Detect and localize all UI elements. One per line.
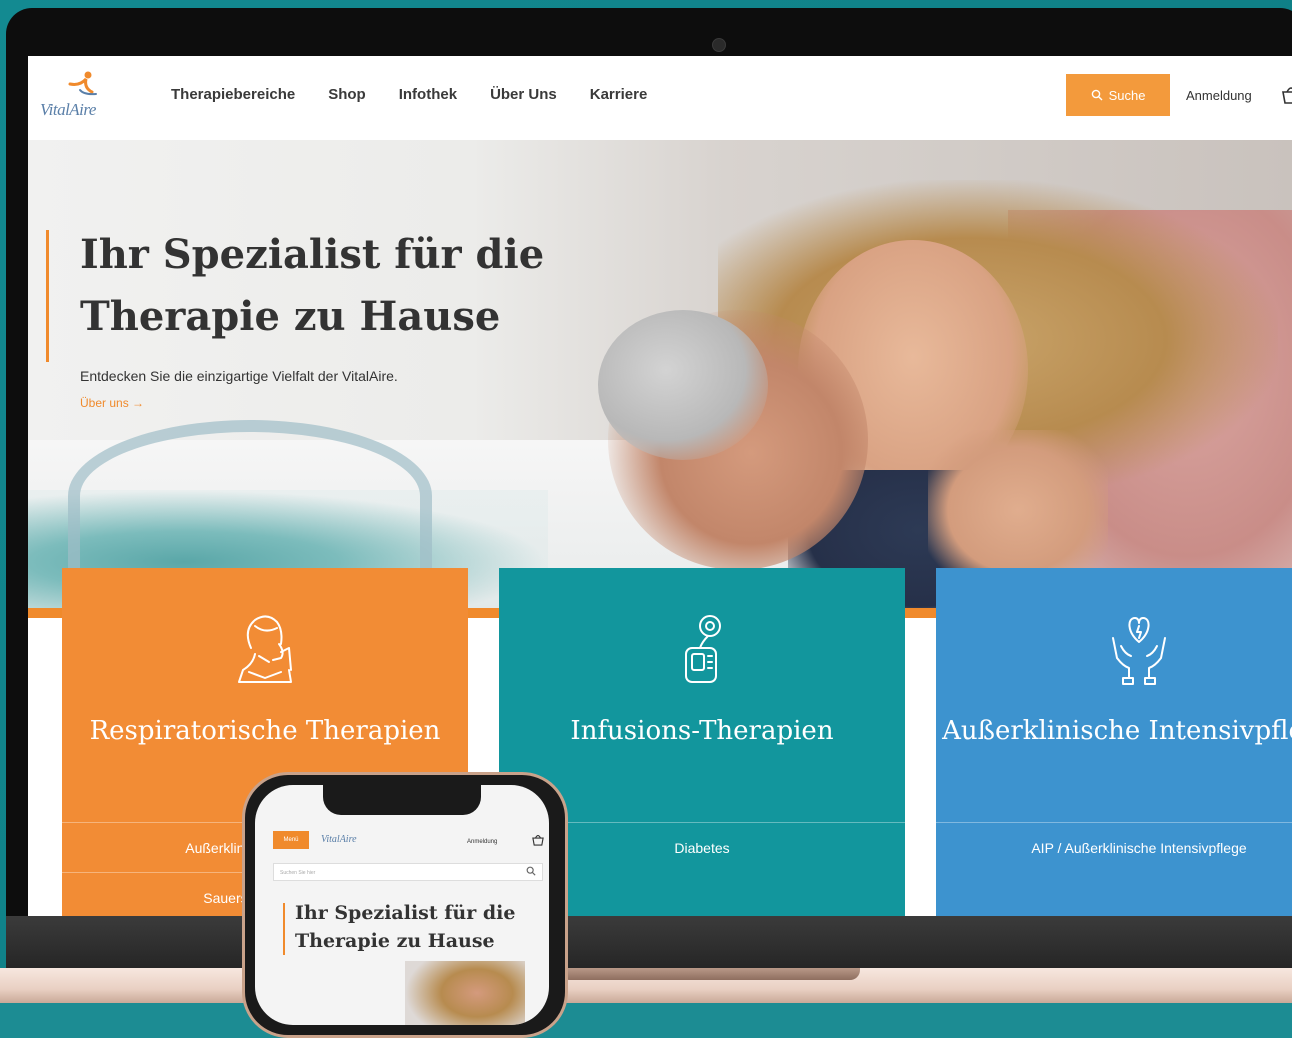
laptop-camera	[712, 38, 726, 52]
nav-link-infothek[interactable]: Infothek	[399, 86, 457, 103]
top-navigation: VitalAire Therapiebereiche Shop Infothek…	[28, 56, 1292, 140]
hero-image-man-hair	[598, 310, 768, 460]
phone-notch	[323, 785, 481, 815]
vitalaire-logo[interactable]: VitalAire	[40, 66, 130, 130]
login-link[interactable]: Anmeldung	[1186, 88, 1252, 103]
infusion-pump-icon	[685, 615, 721, 683]
card-intensive-care-title: Außerklinische Intensivpflege	[942, 716, 1292, 746]
search-icon	[1091, 89, 1103, 101]
card-intensive-care-link-1[interactable]: AIP / Außerklinische Intensivpflege	[936, 840, 1292, 856]
card-divider	[936, 822, 1292, 823]
arrow-right-icon: →	[132, 396, 145, 410]
laptop-screen: VitalAire Therapiebereiche Shop Infothek…	[28, 56, 1292, 916]
phone-search-input[interactable]: Suchen Sie hier	[273, 863, 543, 881]
laptop-chin	[6, 916, 1292, 968]
search-button-label: Suche	[1108, 87, 1146, 103]
nav-link-karriere[interactable]: Karriere	[590, 86, 648, 103]
phone-logo[interactable]: VitalAire	[321, 834, 357, 845]
card-intensive-care[interactable]: Außerklinische Intensivpflege AIP / Auße…	[936, 568, 1292, 916]
nav-link-shop[interactable]: Shop	[328, 86, 366, 103]
laptop-hinge-notch	[560, 968, 860, 980]
hero-title: Ihr Spezialist für die Therapie zu Hause	[80, 231, 545, 340]
phone-menu-button[interactable]: Menü	[273, 831, 309, 849]
nav-links: Therapiebereiche Shop Infothek Über Uns …	[171, 86, 680, 103]
search-icon	[526, 866, 536, 876]
search-button[interactable]: Suche	[1066, 74, 1170, 116]
card-respiratory-title: Respiratorische Therapien	[89, 716, 441, 746]
logo-text: VitalAire	[40, 100, 96, 119]
hero-subtitle: Entdecken Sie die einzigartige Vielfalt …	[80, 368, 398, 384]
hero-accent-bar	[46, 230, 49, 362]
logo-figure-icon	[68, 71, 97, 96]
cart-icon[interactable]	[1280, 84, 1292, 106]
about-us-link-label: Über uns	[80, 396, 129, 410]
about-us-link[interactable]: Über uns →	[80, 396, 144, 410]
patient-breathing-icon	[238, 615, 292, 683]
nav-link-ueber-uns[interactable]: Über Uns	[490, 86, 557, 103]
hero-image-hands	[928, 430, 1108, 590]
phone-hero-accent-bar	[283, 903, 285, 955]
cart-icon[interactable]	[531, 833, 545, 847]
hero-section: Ihr Spezialist für die Therapie zu Hause…	[28, 140, 1292, 610]
phone-search-placeholder: Suchen Sie hier	[280, 870, 316, 876]
phone-login-link[interactable]: Anmeldung	[467, 839, 497, 845]
card-infusion-title: Infusions-Therapien	[570, 716, 834, 746]
hero-image-tube	[68, 420, 432, 572]
phone-hero-title: Ihr Spezialist für die Therapie zu Hause	[295, 902, 516, 952]
phone-hero-image	[405, 961, 525, 1025]
phone-screen: Menü VitalAire Anmeldung Suchen Sie hier…	[255, 785, 549, 1025]
nav-link-therapiebereiche[interactable]: Therapiebereiche	[171, 86, 295, 103]
hands-heart-icon	[1112, 617, 1166, 685]
phone-frame: Menü VitalAire Anmeldung Suchen Sie hier…	[242, 772, 568, 1038]
